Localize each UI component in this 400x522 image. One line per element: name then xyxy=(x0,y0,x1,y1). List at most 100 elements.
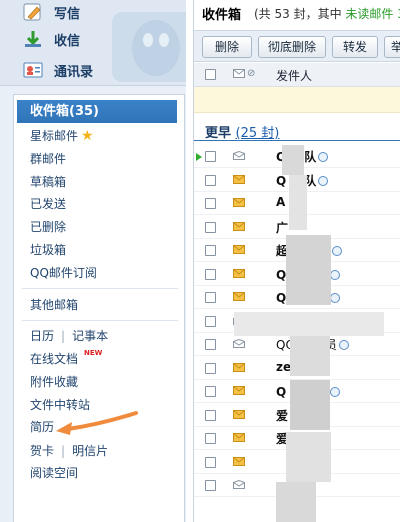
current-row-pointer-icon xyxy=(196,153,202,161)
calendar-link[interactable]: 日历 xyxy=(30,329,54,343)
group-divider xyxy=(194,140,400,141)
row-checkbox[interactable] xyxy=(205,174,216,186)
column-header-sender[interactable]: 发件人 xyxy=(276,67,312,84)
sidebar-item-file-transfer[interactable]: 文件中转站 xyxy=(30,395,90,415)
select-all-checkbox[interactable] xyxy=(205,69,216,80)
sender-prefix: Q xyxy=(276,291,287,305)
row-checkbox[interactable] xyxy=(205,151,216,162)
envelope-icon xyxy=(233,69,245,78)
row-checkbox[interactable] xyxy=(205,456,216,468)
row-checkbox[interactable] xyxy=(205,268,216,280)
notebook-link[interactable]: 记事本 xyxy=(72,329,108,343)
sidebar-item-group-mail[interactable]: 群邮件 xyxy=(30,149,66,169)
notice-bar xyxy=(194,87,400,113)
sidebar: 写信 收信 通讯录 收件箱(35) 星标邮件 ★ 群邮件 草稿箱 已发送 已删除… xyxy=(0,0,186,522)
read-envelope-icon xyxy=(233,339,245,348)
row-checkbox[interactable] xyxy=(205,409,216,421)
unread-envelope-icon xyxy=(233,386,245,395)
compose-button[interactable]: 写信 xyxy=(22,0,80,24)
row-checkbox[interactable] xyxy=(205,339,216,350)
receive-label: 收信 xyxy=(54,33,81,49)
row-checkbox[interactable] xyxy=(205,433,216,444)
attachment-icon: ⊘ xyxy=(247,68,256,79)
sidebar-item-sent[interactable]: 已发送 xyxy=(30,194,66,214)
qq-verified-icon xyxy=(318,152,329,162)
compose-label: 写信 xyxy=(54,6,81,22)
row-sender: 广 xyxy=(276,219,288,236)
unread-envelope-icon xyxy=(233,174,245,184)
row-checkbox[interactable] xyxy=(205,245,216,256)
group-title: 更早 (25 封) xyxy=(205,122,279,141)
read-envelope-icon xyxy=(233,151,245,160)
qq-verified-icon xyxy=(330,269,341,280)
row-checkbox[interactable] xyxy=(205,198,216,209)
row-sender: ze xyxy=(276,360,291,374)
sidebar-item-resume[interactable]: 简历 xyxy=(30,417,54,437)
sidebar-item-drafts[interactable]: 草稿箱 xyxy=(30,172,66,192)
sender-suffix: 队 xyxy=(304,150,317,164)
group-count-link[interactable]: (25 封) xyxy=(236,126,280,141)
download-icon xyxy=(25,31,41,47)
privacy-blur xyxy=(276,482,316,522)
row-checkbox[interactable] xyxy=(205,386,216,397)
mail-list-panel: 收件箱 (共 53 封，其中 未读邮件 3 删除 彻底删除 转发 举 ⊘ 发件人… xyxy=(193,0,400,522)
privacy-blur xyxy=(290,380,330,430)
row-checkbox[interactable] xyxy=(205,480,216,491)
sidebar-item-spam[interactable]: 垃圾箱 xyxy=(30,240,66,260)
receive-button[interactable]: 收信 xyxy=(22,27,80,51)
greeting-card-link[interactable]: 贺卡 xyxy=(30,444,54,458)
sidebar-row-calendar-notebook: 日历 | 记事本 xyxy=(30,326,108,346)
report-button[interactable]: 举 xyxy=(384,36,400,58)
top-actions-panel: 写信 收信 通讯录 xyxy=(0,0,186,86)
contacts-label: 通讯录 xyxy=(54,64,94,80)
unread-envelope-icon xyxy=(233,221,245,231)
postcard-link[interactable]: 明信片 xyxy=(72,444,108,458)
unread-envelope-icon xyxy=(233,198,245,207)
row-checkbox[interactable] xyxy=(205,315,216,327)
row-checkbox[interactable] xyxy=(205,221,216,233)
privacy-blur xyxy=(289,175,307,230)
group-title-label: 更早 xyxy=(205,126,232,141)
qq-verified-icon xyxy=(332,246,343,256)
sidebar-item-attachments[interactable]: 附件收藏 xyxy=(30,372,78,392)
privacy-blur xyxy=(286,432,331,482)
privacy-blur xyxy=(290,336,330,376)
divider xyxy=(22,320,178,321)
sidebar-item-inbox[interactable]: 收件箱(35) xyxy=(17,100,177,123)
sidebar-item-deleted[interactable]: 已删除 xyxy=(30,217,66,237)
page-title: 收件箱 xyxy=(202,8,242,23)
qq-verified-icon xyxy=(330,387,341,397)
qq-verified-icon xyxy=(318,175,329,186)
inbox-summary: (共 53 封，其中 未读邮件 3 xyxy=(254,5,400,22)
sidebar-row-cards: 贺卡 | 明信片 xyxy=(30,441,108,461)
contacts-button[interactable]: 通讯录 xyxy=(22,58,93,82)
sidebar-item-label: 星标邮件 xyxy=(30,129,79,143)
unread-envelope-icon xyxy=(233,362,245,372)
sidebar-item-reading-space[interactable]: 阅读空间 xyxy=(30,463,78,483)
privacy-blur xyxy=(286,235,331,305)
unread-envelope-icon xyxy=(233,433,245,442)
sender-prefix: Q xyxy=(276,385,287,399)
forward-button[interactable]: 转发 xyxy=(332,36,378,58)
row-sender: A xyxy=(276,195,285,209)
row-checkbox[interactable] xyxy=(205,292,216,303)
pencil-icon xyxy=(23,3,41,21)
unread-envelope-icon xyxy=(233,268,245,278)
row-checkbox[interactable] xyxy=(205,362,216,374)
sidebar-item-other-mailbox[interactable]: 其他邮箱 xyxy=(30,295,78,315)
delete-button[interactable]: 删除 xyxy=(202,36,252,58)
sidebar-item-starred[interactable]: 星标邮件 ★ xyxy=(30,126,94,146)
unread-envelope-icon xyxy=(233,245,245,254)
sidebar-item-subscriptions[interactable]: QQ邮件订阅 xyxy=(30,263,97,283)
unread-count-link[interactable]: 未读邮件 3 xyxy=(345,7,400,21)
toolbar: 删除 彻底删除 转发 举 xyxy=(194,30,400,62)
inbox-title-bar: 收件箱 (共 53 封，其中 未读邮件 3 xyxy=(194,0,400,28)
sidebar-item-online-docs[interactable]: 在线文档 xyxy=(30,349,78,369)
unread-envelope-icon xyxy=(233,456,245,466)
pipe-separator: | xyxy=(61,444,66,458)
privacy-blur xyxy=(282,145,304,175)
list-header: ⊘ 发件人 xyxy=(194,63,400,87)
delete-forever-button[interactable]: 彻底删除 xyxy=(258,36,326,58)
sender-prefix: Q xyxy=(276,173,287,188)
pipe-separator: | xyxy=(61,329,66,343)
